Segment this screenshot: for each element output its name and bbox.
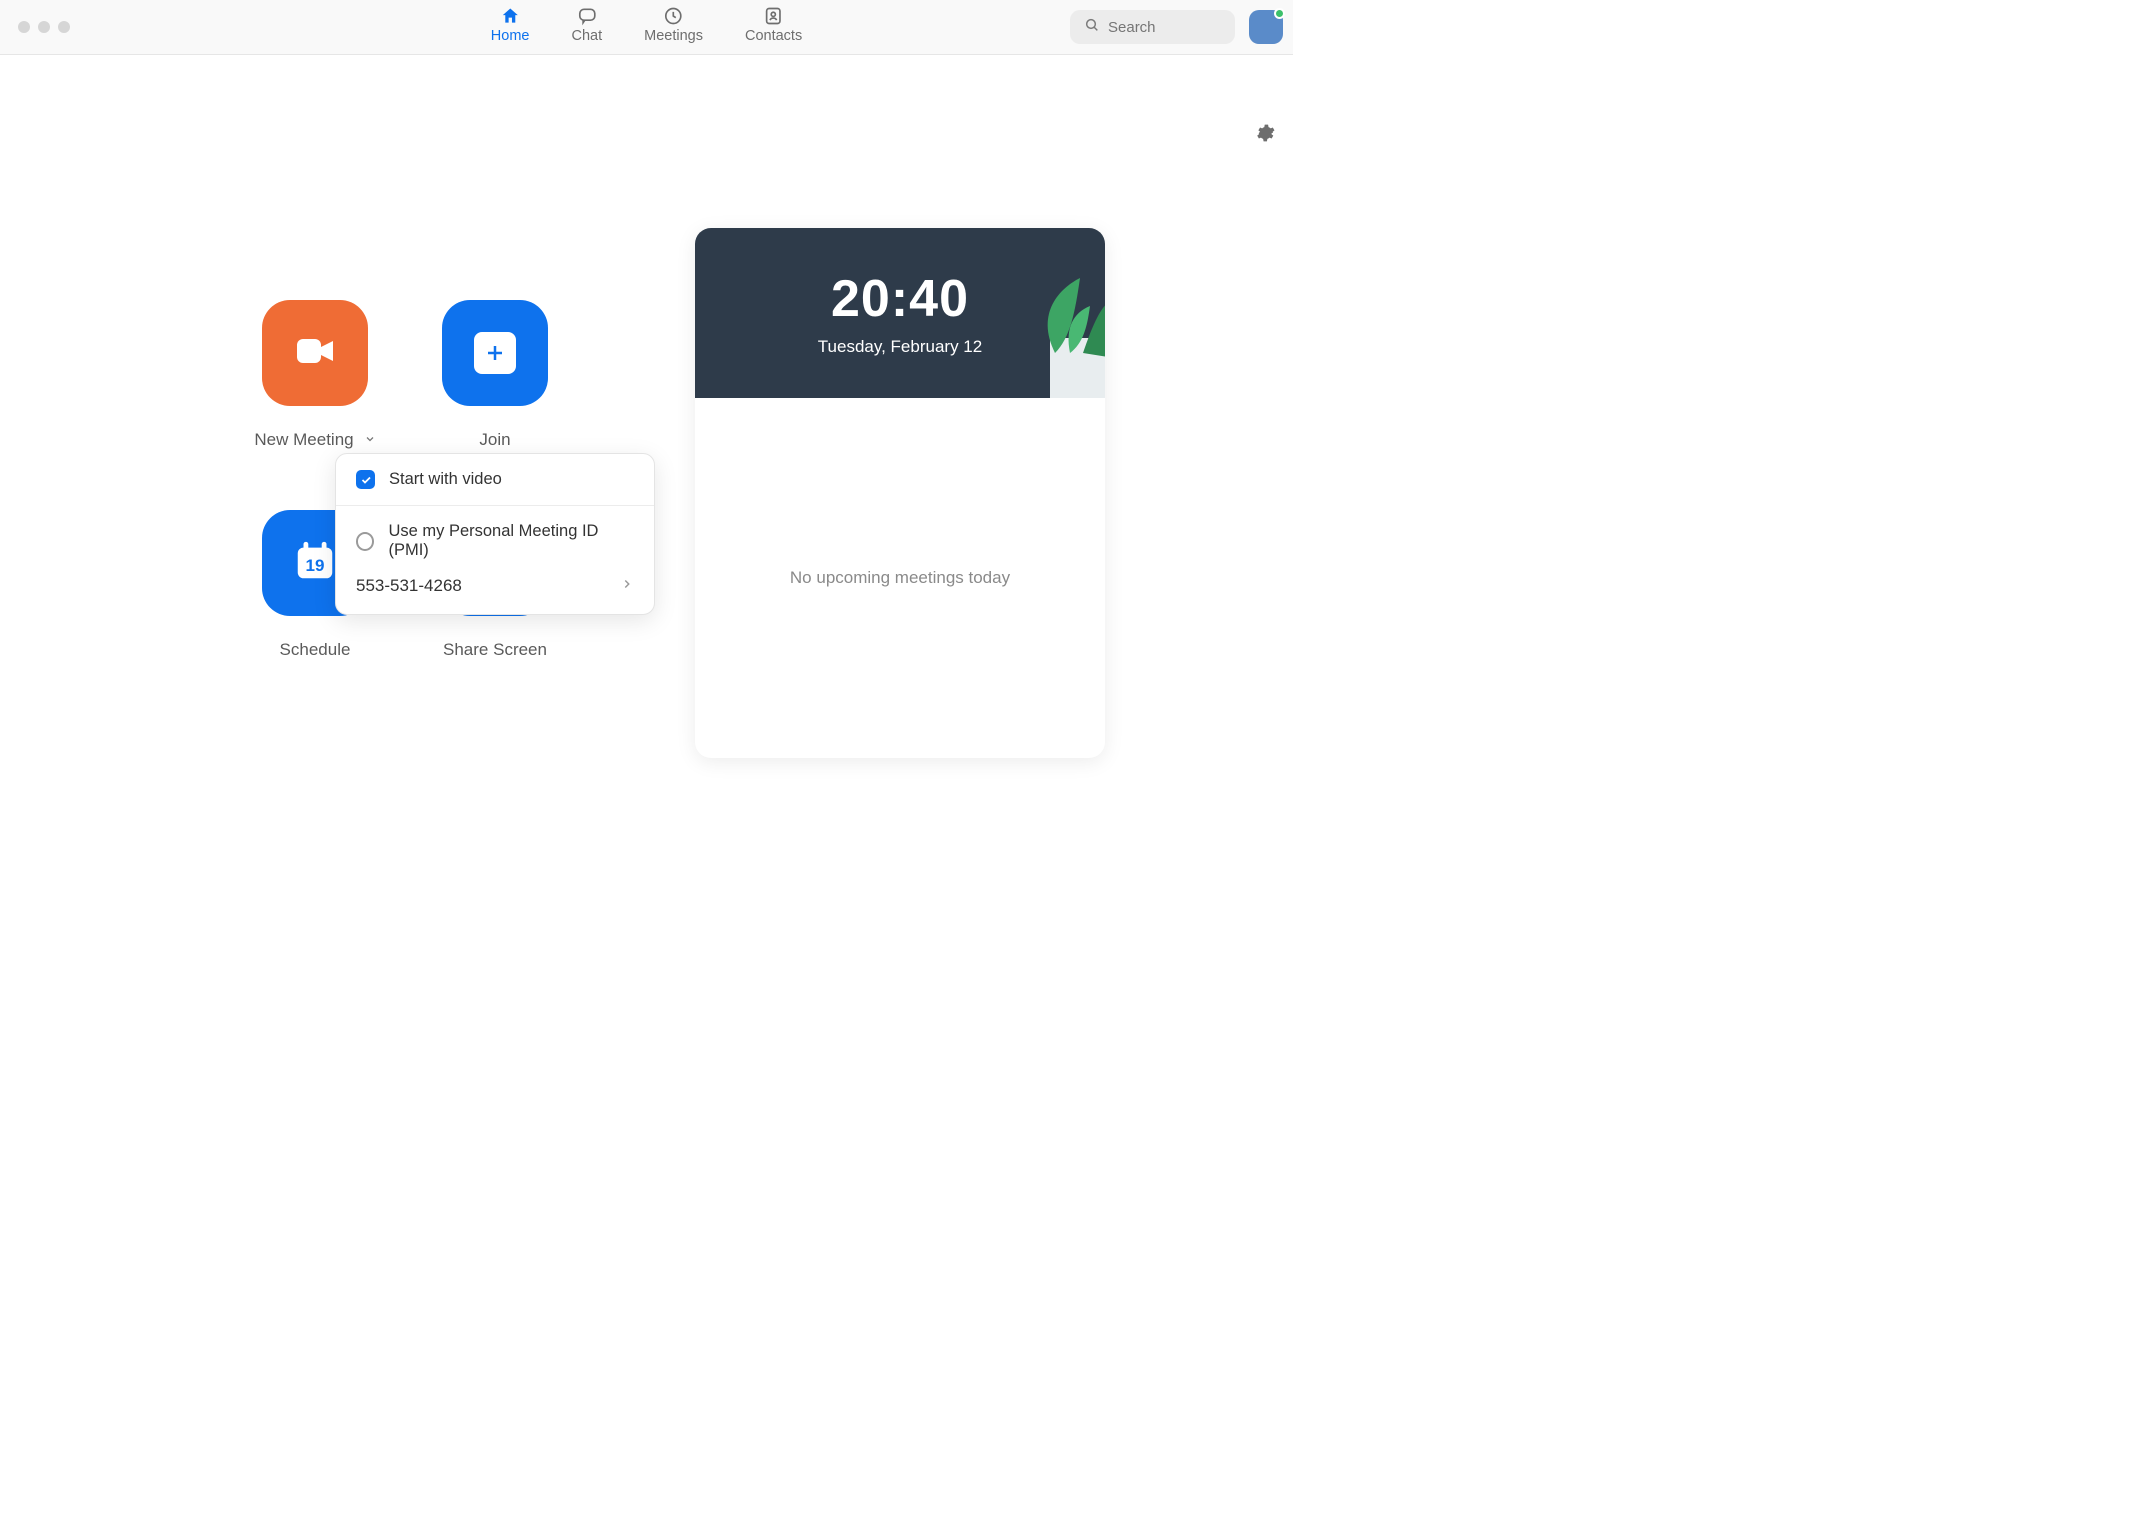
calendar-icon: 19: [292, 538, 338, 589]
search-icon: [1084, 17, 1100, 38]
tab-home[interactable]: Home: [491, 6, 530, 44]
content-area: New Meeting Join: [0, 55, 1293, 924]
calendar-card: 20:40 Tuesday, February 12 No upcoming m…: [695, 228, 1105, 758]
pmi-number: 553-531-4268: [356, 576, 462, 596]
maximize-window-button[interactable]: [58, 21, 70, 33]
window-controls: [0, 21, 70, 33]
tile-label-text: Schedule: [280, 640, 351, 660]
plant-decoration: [995, 258, 1105, 398]
chevron-down-icon: [364, 430, 376, 450]
chevron-right-icon: [620, 576, 634, 596]
plus-icon: [474, 332, 516, 374]
search-input[interactable]: [1108, 19, 1221, 36]
empty-state-text: No upcoming meetings today: [790, 568, 1010, 588]
option-label: Use my Personal Meeting ID (PMI): [388, 522, 634, 560]
presence-indicator: [1274, 8, 1285, 19]
titlebar: Home Chat Meetings Contacts: [0, 0, 1293, 55]
tab-contacts[interactable]: Contacts: [745, 6, 802, 44]
tab-label: Home: [491, 28, 530, 44]
option-label: Start with video: [389, 470, 502, 489]
contacts-icon: [763, 6, 785, 26]
tab-chat[interactable]: Chat: [571, 6, 602, 44]
tile-new-meeting: New Meeting: [225, 300, 405, 450]
tile-label-text: Share Screen: [443, 640, 547, 660]
chat-icon: [576, 6, 598, 26]
tab-meetings[interactable]: Meetings: [644, 6, 703, 44]
option-use-pmi[interactable]: Use my Personal Meeting ID (PMI): [336, 506, 654, 576]
pmi-number-row[interactable]: 553-531-4268: [336, 576, 654, 614]
checkbox-checked-icon: [356, 470, 375, 489]
avatar[interactable]: [1249, 10, 1283, 44]
join-button[interactable]: [442, 300, 548, 406]
search-box[interactable]: [1070, 10, 1235, 44]
new-meeting-dropdown: Start with video Use my Personal Meeting…: [335, 453, 655, 615]
calendar-body: No upcoming meetings today: [695, 398, 1105, 758]
clock-icon: [663, 6, 685, 26]
checkbox-unchecked-icon: [356, 532, 374, 551]
new-meeting-button[interactable]: [262, 300, 368, 406]
clock-time: 20:40: [831, 269, 969, 329]
option-start-with-video[interactable]: Start with video: [336, 454, 654, 505]
calendar-day-number: 19: [292, 556, 338, 576]
settings-button[interactable]: [1255, 123, 1275, 148]
tab-label: Contacts: [745, 28, 802, 44]
clock-date: Tuesday, February 12: [818, 337, 982, 357]
nav-tabs: Home Chat Meetings Contacts: [491, 0, 802, 54]
calendar-header: 20:40 Tuesday, February 12: [695, 228, 1105, 398]
tile-label-text: Join: [479, 430, 510, 450]
tile-join: Join: [405, 300, 585, 450]
minimize-window-button[interactable]: [38, 21, 50, 33]
titlebar-right: [1070, 10, 1283, 44]
tab-label: Chat: [571, 28, 602, 44]
tile-label-text: New Meeting: [254, 430, 353, 450]
close-window-button[interactable]: [18, 21, 30, 33]
tab-label: Meetings: [644, 28, 703, 44]
video-icon: [291, 327, 339, 380]
new-meeting-label-row[interactable]: New Meeting: [254, 430, 375, 450]
home-icon: [499, 6, 521, 26]
